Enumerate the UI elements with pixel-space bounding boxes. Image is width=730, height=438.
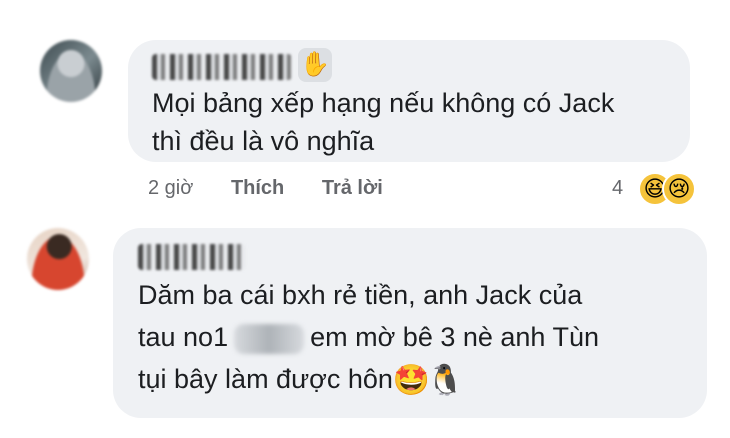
timestamp[interactable]: 2 giờ	[148, 177, 193, 199]
comment-text-line: Dăm ba cái bxh rẻ tiền, anh Jack của	[138, 280, 583, 310]
sad-emoji-icon: 😢	[662, 172, 696, 206]
penguin-emoji-icon: 🐧	[426, 363, 465, 397]
blurred-word	[234, 323, 305, 354]
reply-button[interactable]: Trả lời	[322, 177, 383, 199]
comment-text-line: tụi bây làm được hôn🤩🐧	[138, 363, 465, 397]
author-name-blurred[interactable]	[152, 54, 292, 80]
comment-text-line: thì đều là vô nghĩa	[152, 126, 375, 156]
avatar[interactable]	[40, 40, 102, 102]
reaction-count: 4	[612, 177, 624, 199]
comment-text-line: tau no1 em mờ bê 3 nè anh Tùn	[138, 322, 599, 354]
comment-text-line: Mọi bảng xếp hạng nếu không có Jack	[152, 88, 615, 118]
star-struck-emoji-icon: 🤩	[392, 363, 431, 397]
comment-actions: 2 giờ Thích Trả lời	[148, 177, 415, 200]
comment-text: Mọi bảng xếp hạng nếu không có Jack thì …	[152, 84, 614, 160]
wave-hand-icon: ✋	[298, 48, 332, 82]
author-name-blurred[interactable]	[138, 244, 246, 270]
like-button[interactable]: Thích	[231, 177, 284, 199]
avatar[interactable]	[27, 228, 89, 290]
comment-text: Dăm ba cái bxh rẻ tiền, anh Jack của tau…	[138, 274, 599, 400]
